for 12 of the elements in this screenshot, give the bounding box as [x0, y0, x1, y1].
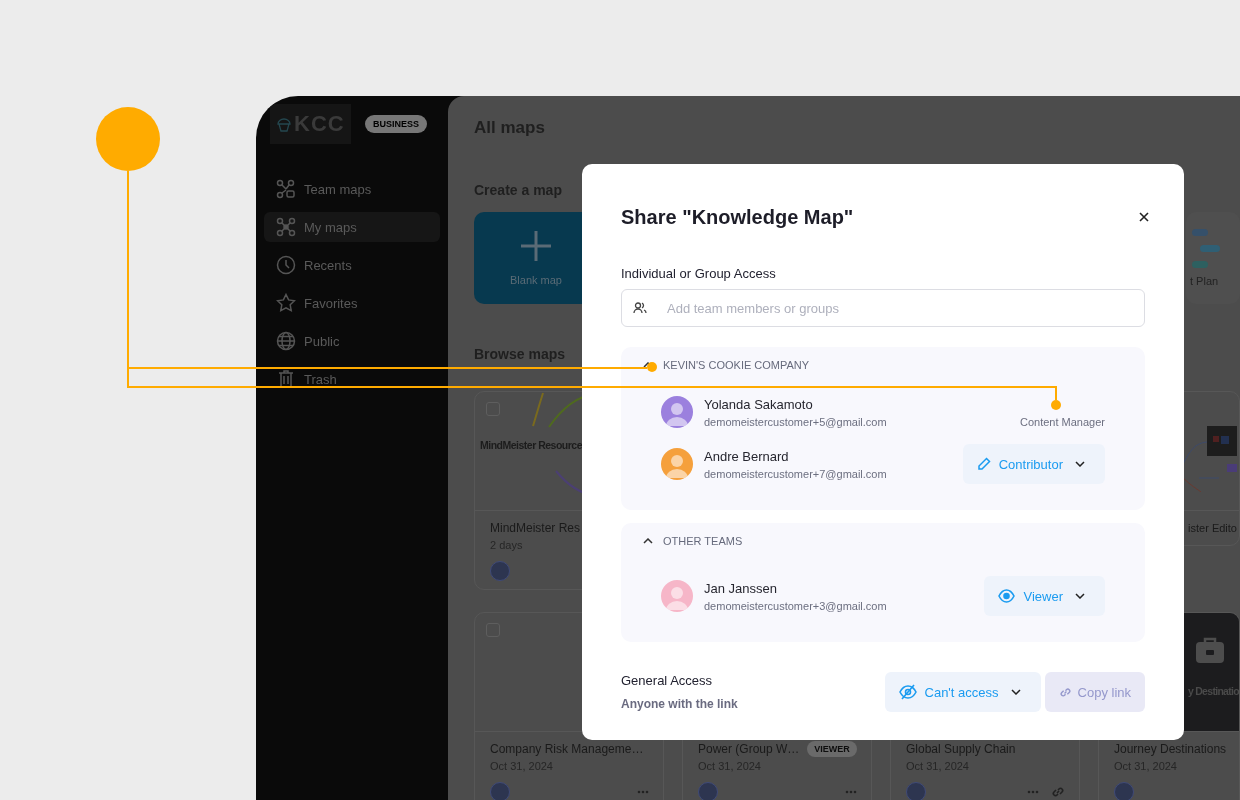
tile-label: Blank map [510, 274, 562, 286]
member-email: demomeistercustomer+7@gmail.com [704, 467, 888, 480]
member-name: Yolanda Sakamoto [704, 396, 814, 412]
member-name: Jan Janssen [704, 580, 778, 596]
role-badge: VIEWER [807, 741, 857, 757]
dialog-title: Share "Knowledge Map" [621, 205, 854, 229]
member-name: Andre Bernard [704, 448, 790, 464]
role-label: Content Manager [1020, 416, 1105, 428]
member-email: demomeistercustomer+3@gmail.com [704, 599, 888, 612]
member-email: demomeistercustomer+5@gmail.com [704, 415, 888, 428]
field-label: Individual or Group Access [621, 266, 777, 281]
plan-badge: BUSINESS [365, 115, 427, 133]
